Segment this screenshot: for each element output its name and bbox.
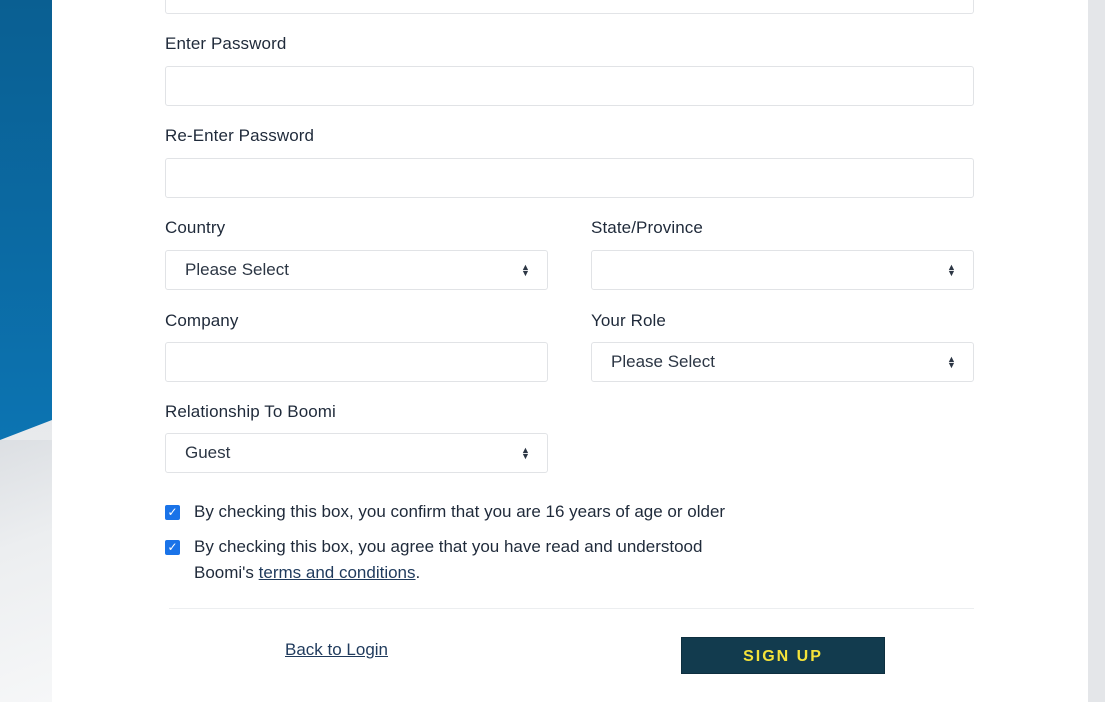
background-grey-shade: [0, 440, 52, 702]
terms-consent-text-line1: By checking this box, you agree that you…: [194, 537, 703, 556]
background-right-scrollbar-track: [1088, 0, 1105, 702]
password-input[interactable]: [165, 66, 974, 106]
state-label: State/Province: [591, 218, 703, 237]
state-select[interactable]: ▲ ▼: [591, 250, 974, 290]
relationship-label: Relationship To Boomi: [165, 402, 336, 421]
sort-arrows-icon: ▲ ▼: [947, 262, 956, 278]
relationship-select[interactable]: Guest ▲ ▼: [165, 433, 548, 473]
company-input[interactable]: [165, 342, 548, 382]
back-to-login-link[interactable]: Back to Login: [285, 640, 388, 660]
role-label: Your Role: [591, 311, 666, 330]
checkmark-icon: ✓: [167, 540, 178, 554]
checkmark-icon: ✓: [167, 505, 178, 519]
role-select[interactable]: Please Select ▲ ▼: [591, 342, 974, 382]
role-select-value: Please Select: [611, 352, 715, 371]
signup-form-card: Enter Password Re-Enter Password Country…: [52, 0, 1088, 702]
previous-input-field[interactable]: [165, 0, 974, 14]
background-blue-stripe: [0, 0, 52, 440]
terms-prefix: Boomi's: [194, 563, 259, 582]
terms-and-conditions-link[interactable]: terms and conditions: [259, 563, 416, 582]
sort-arrows-icon: ▲ ▼: [947, 354, 956, 370]
reenter-password-label: Re-Enter Password: [165, 126, 315, 145]
country-select-value: Please Select: [185, 260, 289, 279]
sort-arrows-icon: ▲ ▼: [521, 445, 530, 461]
age-consent-text: By checking this box, you confirm that y…: [194, 502, 726, 521]
age-consent-checkbox[interactable]: ✓: [165, 505, 180, 520]
terms-consent-text-line2: Boomi's terms and conditions.: [194, 563, 420, 583]
country-select[interactable]: Please Select ▲ ▼: [165, 250, 548, 290]
terms-consent-checkbox[interactable]: ✓: [165, 540, 180, 555]
form-divider: [169, 608, 974, 609]
terms-suffix: .: [415, 563, 421, 582]
password-label: Enter Password: [165, 34, 287, 53]
relationship-select-value: Guest: [185, 443, 231, 462]
company-label: Company: [165, 311, 239, 330]
sign-up-button[interactable]: SIGN UP: [681, 637, 885, 674]
reenter-password-input[interactable]: [165, 158, 974, 198]
sort-arrows-icon: ▲ ▼: [521, 262, 530, 278]
country-label: Country: [165, 218, 226, 237]
